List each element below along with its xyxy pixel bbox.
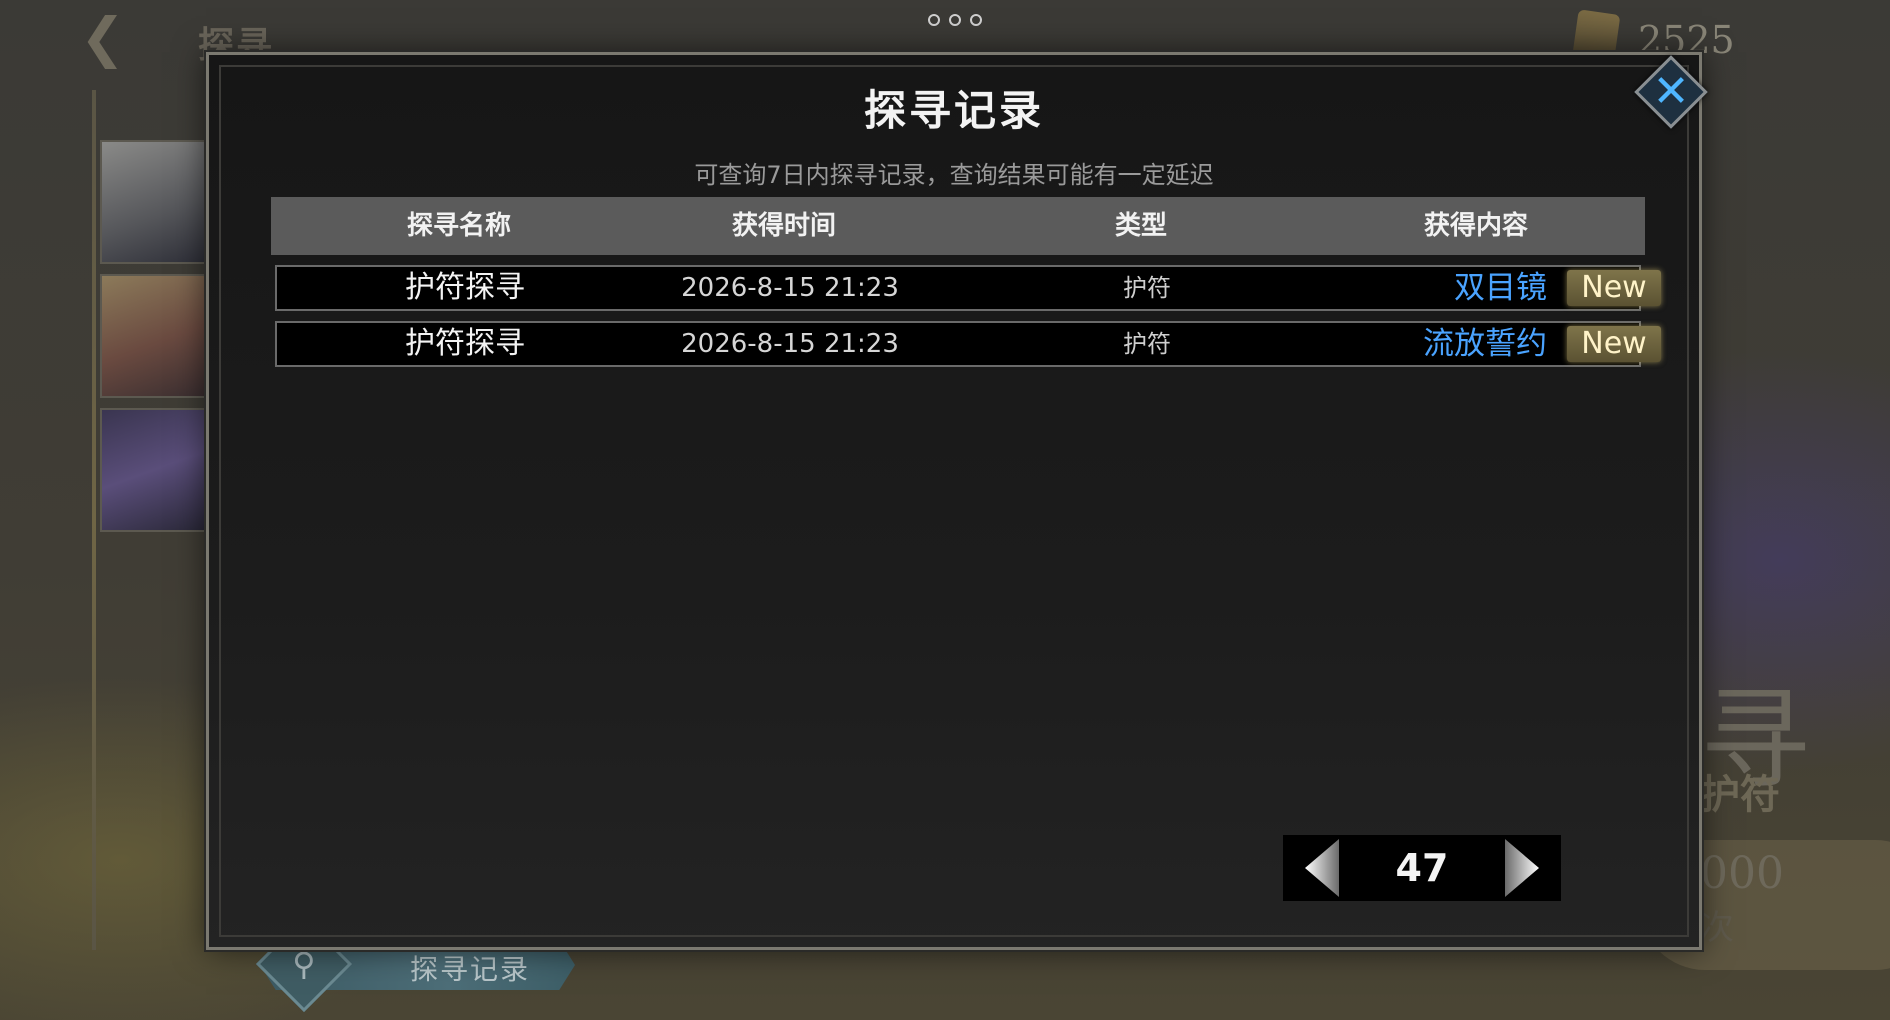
row-name: 护符探寻	[405, 326, 525, 361]
background-divider	[92, 90, 96, 950]
row-type: 护符	[1123, 330, 1171, 358]
row-time: 2026-8-15 21:23	[681, 273, 899, 303]
close-icon: ✕	[1652, 66, 1690, 117]
column-header-reward: 获得内容	[1423, 211, 1528, 241]
table-row: 护符探寻 2026-8-15 21:23 护符 双目镜 New	[275, 265, 1661, 311]
table-row: 护符探寻 2026-8-15 21:23 护符 流放誓约 New	[275, 321, 1661, 367]
close-button[interactable]: ✕	[1634, 55, 1708, 129]
column-header-name: 探寻名称	[406, 211, 511, 241]
column-header-time: 获得时间	[731, 211, 836, 241]
character-portrait	[100, 408, 208, 532]
new-badge: New	[1567, 326, 1661, 362]
search-record-label: 探寻记录	[409, 953, 530, 986]
draw-cost-value: 000	[1700, 848, 1784, 899]
row-time: 2026-8-15 21:23	[681, 329, 899, 359]
magnifier-icon: ⚲	[292, 945, 316, 983]
row-name: 护符探寻	[405, 270, 525, 305]
chevron-right-icon	[1505, 839, 1539, 897]
more-options-icon[interactable]	[928, 14, 982, 28]
row-reward: 双目镜	[1454, 270, 1547, 306]
new-badge: New	[1567, 270, 1661, 306]
pagination: 47	[1283, 835, 1561, 901]
chevron-left-icon	[1305, 839, 1339, 897]
column-header-type: 类型	[1114, 211, 1167, 241]
character-portrait	[100, 140, 208, 264]
dialog-inner-frame	[219, 65, 1689, 937]
draw-cost-unit: 次	[1700, 908, 1734, 948]
back-arrow-icon: ❮	[80, 6, 126, 69]
table-header: 探寻名称 获得时间 类型 获得内容	[271, 197, 1645, 255]
page-number: 47	[1395, 846, 1449, 890]
row-reward: 流放誓约	[1423, 326, 1547, 362]
dialog-title: 探寻记录	[863, 86, 1044, 135]
search-record-dialog: 探寻记录 可查询7日内探寻记录，查询结果可能有一定延迟 探寻名称 获得时间 类型…	[206, 52, 1702, 950]
dialog-subtitle: 可查询7日内探寻记录，查询结果可能有一定延迟	[694, 161, 1214, 189]
next-page-button[interactable]	[1499, 835, 1561, 901]
previous-page-button[interactable]	[1283, 835, 1345, 901]
banner-subtitle: 护符	[1700, 772, 1780, 818]
row-type: 护符	[1123, 274, 1171, 302]
character-portrait	[100, 274, 208, 398]
